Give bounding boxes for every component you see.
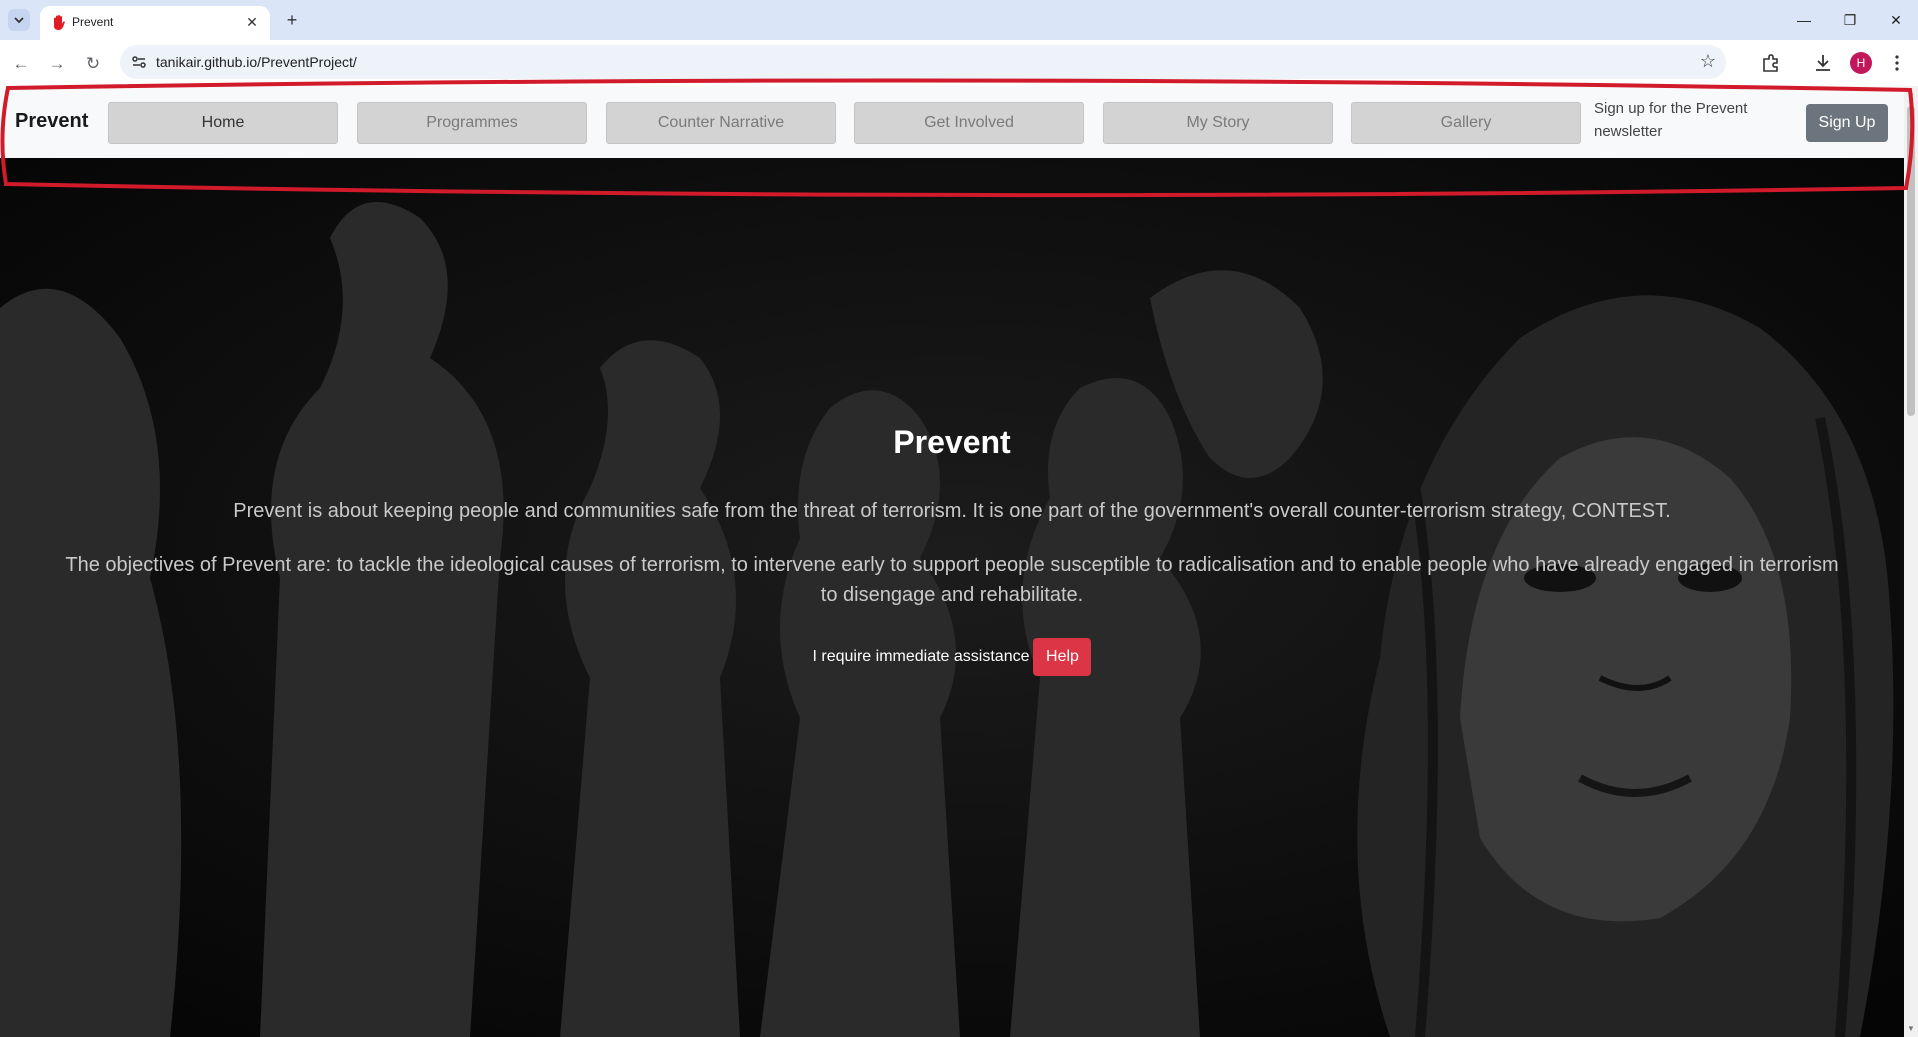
nav-link-counter-narrative[interactable]: Counter Narrative <box>606 102 836 144</box>
nav-link-gallery[interactable]: Gallery <box>1351 102 1581 144</box>
scroll-up-icon[interactable]: ▲ <box>1906 88 1916 98</box>
menu-icon[interactable] <box>1886 52 1908 74</box>
download-icon[interactable] <box>1812 52 1834 74</box>
help-button[interactable]: Help <box>1033 638 1092 676</box>
address-bar[interactable]: tanikair.github.io/PreventProject/ ☆ <box>120 45 1726 79</box>
assistance-row: I require immediate assistance Help <box>0 638 1904 678</box>
browser-tab[interactable]: Prevent ✕ <box>40 6 270 40</box>
tab-close-icon[interactable]: ✕ <box>244 14 260 30</box>
window-close-icon[interactable]: ✕ <box>1884 10 1908 30</box>
nav-link-my-story[interactable]: My Story <box>1103 102 1333 144</box>
hero-intro-paragraph: Prevent is about keeping people and comm… <box>233 500 1671 522</box>
hero-title: Prevent <box>893 424 1011 460</box>
assistance-label: I require immediate assistance <box>812 648 1030 665</box>
url-text: tanikair.github.io/PreventProject/ <box>156 54 357 70</box>
nav-link-programmes[interactable]: Programmes <box>357 102 587 144</box>
tab-title: Prevent <box>72 15 114 29</box>
site-navbar: Prevent Home Programmes Counter Narrativ… <box>0 86 1904 158</box>
scroll-down-icon[interactable]: ▼ <box>1906 1024 1916 1034</box>
reload-icon[interactable]: ↻ <box>82 53 104 75</box>
chevron-down-icon <box>14 17 24 24</box>
extensions-icon[interactable] <box>1760 52 1782 74</box>
minimize-icon[interactable]: — <box>1792 10 1816 30</box>
back-icon[interactable]: ← <box>10 53 32 75</box>
nav-link-get-involved[interactable]: Get Involved <box>854 102 1084 144</box>
nav-link-home[interactable]: Home <box>108 102 338 144</box>
bookmark-star-icon[interactable]: ☆ <box>1700 51 1716 72</box>
forward-icon[interactable]: → <box>46 53 68 75</box>
hero-section: Prevent Prevent is about keeping people … <box>0 158 1904 1037</box>
browser-toolbar: ← → ↻ tanikair.github.io/PreventProject/… <box>0 40 1918 86</box>
hand-icon <box>54 15 65 30</box>
tab-search-button[interactable] <box>8 9 30 31</box>
page-scrollbar[interactable]: ▲ ▼ <box>1904 86 1918 1037</box>
profile-avatar[interactable]: H <box>1850 52 1872 74</box>
hero-objectives-paragraph: The objectives of Prevent are: to tackle… <box>65 554 1839 606</box>
restore-icon[interactable]: ❐ <box>1838 10 1862 30</box>
browser-tab-bar: Prevent ✕ + — ❐ ✕ <box>0 0 1918 40</box>
scroll-thumb[interactable] <box>1907 106 1915 416</box>
new-tab-icon[interactable]: + <box>282 10 302 30</box>
site-settings-icon[interactable] <box>130 53 148 71</box>
signup-button[interactable]: Sign Up <box>1806 104 1888 142</box>
newsletter-prompt: Sign up for the Prevent newsletter <box>1594 100 1748 140</box>
brand-logo[interactable]: Prevent <box>15 110 88 133</box>
page-viewport: Prevent Prevent is about keeping people … <box>0 86 1904 1037</box>
